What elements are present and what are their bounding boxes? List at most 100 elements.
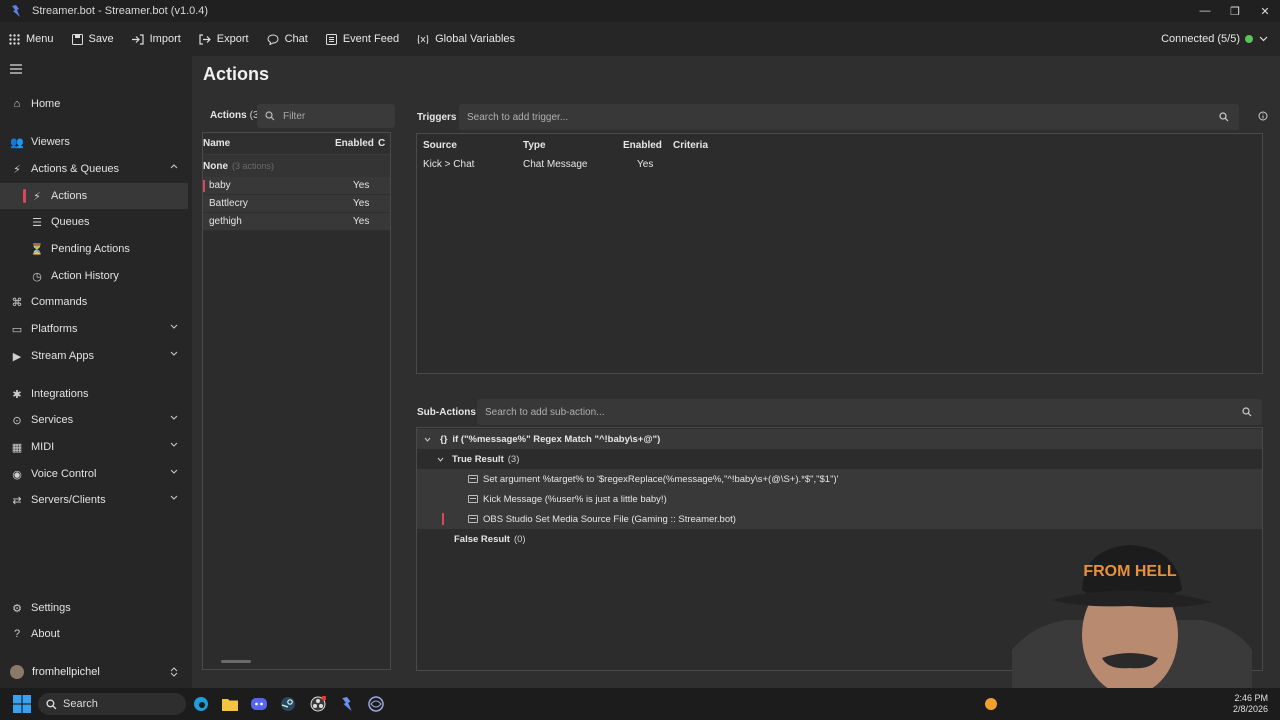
subactions-header: Sub-Actions Search to add sub-action... — [416, 397, 1272, 425]
obs-icon[interactable] — [309, 695, 327, 713]
chevron-updown-icon — [170, 667, 178, 677]
chevron-down-icon — [170, 442, 178, 447]
sidebar-item-midi[interactable]: ▦ MIDI — [0, 434, 188, 460]
sidebar-item-commands[interactable]: ⌘ Commands — [0, 289, 188, 315]
subactions-title: Sub-Actions — [417, 407, 476, 418]
save-label: Save — [88, 33, 114, 45]
trigger-search-input[interactable]: Search to add trigger... — [459, 104, 1239, 130]
subaction-search-input[interactable]: Search to add sub-action... — [477, 399, 1262, 425]
midi-icon: ▦ — [11, 441, 23, 454]
windows-start-icon[interactable] — [13, 695, 31, 713]
streamerbot-logo-icon — [12, 5, 20, 17]
steam-icon[interactable] — [279, 695, 297, 713]
sidebar-item-actions-queues[interactable]: ⚡ Actions & Queues — [0, 156, 188, 182]
sidebar-item-action-history[interactable]: ◷ Action History — [0, 263, 188, 289]
taskbar-clock[interactable]: 2:46 PM 2/8/2026 — [1233, 693, 1268, 715]
sidebar-item-servers-clients[interactable]: ⇄ Servers/Clients — [0, 487, 188, 513]
action-row[interactable]: Battlecry Yes — [203, 195, 390, 213]
column-source[interactable]: Source — [423, 140, 457, 151]
menu-bar: Menu Save Import Export Chat Event Feed … — [0, 22, 1280, 56]
disabled-marker — [442, 513, 444, 525]
discord-icon[interactable] — [250, 695, 268, 713]
action-row[interactable]: baby Yes — [203, 177, 390, 195]
restore-icon[interactable]: ❐ — [1220, 0, 1250, 22]
streamerbot-taskbar-icon[interactable] — [338, 695, 356, 713]
sidebar-item-viewers[interactable]: 👥 Viewers — [0, 129, 188, 155]
sidebar-item-stream-apps[interactable]: ▶ Stream Apps — [0, 343, 188, 369]
triggers-title: Triggers — [417, 112, 457, 123]
browser-icon[interactable] — [367, 695, 385, 713]
save-button[interactable]: Save — [63, 22, 123, 56]
export-icon — [199, 33, 211, 45]
false-result-label: False Result — [454, 533, 510, 545]
import-button[interactable]: Import — [123, 22, 190, 56]
sidebar-item-pending-actions[interactable]: ⏳ Pending Actions — [0, 236, 188, 262]
connection-status[interactable]: Connected (5/5) — [1161, 22, 1268, 56]
action-enabled: Yes — [353, 180, 370, 191]
export-button[interactable]: Export — [190, 22, 258, 56]
notification-icon[interactable] — [982, 695, 1000, 713]
column-name[interactable]: Name — [203, 138, 230, 149]
global-variables-button[interactable]: Global Variables — [408, 22, 524, 56]
filter-input[interactable]: Filter — [257, 104, 395, 128]
stream-apps-icon: ▶ — [12, 350, 22, 363]
action-name: Battlecry — [209, 198, 248, 209]
subaction-row[interactable]: Kick Message (%user% is just a little ba… — [417, 489, 1262, 509]
event-feed-button[interactable]: Event Feed — [317, 22, 408, 56]
info-icon[interactable] — [1258, 111, 1268, 121]
pending-icon: ⏳ — [30, 243, 44, 256]
column-type[interactable]: Type — [523, 140, 546, 151]
chevron-down-icon — [1259, 36, 1268, 42]
grid-icon — [9, 33, 20, 45]
column-enabled[interactable]: Enabled — [335, 138, 374, 149]
menu-button[interactable]: Menu — [0, 22, 63, 56]
sidebar-item-about[interactable]: ? About — [0, 621, 188, 647]
sidebar-item-label: Services — [31, 414, 74, 426]
chevron-down-icon — [170, 351, 178, 356]
chevron-down-icon — [170, 495, 178, 500]
subaction-text: OBS Studio Set Media Source File (Gaming… — [483, 513, 736, 525]
sidebar-item-actions[interactable]: ⚡ Actions — [0, 183, 188, 209]
trigger-row[interactable]: Kick > Chat Chat Message Yes — [417, 156, 1262, 176]
actions-table: Name Enabled C None (3 actions) baby Yes… — [202, 132, 391, 670]
search-icon — [1242, 407, 1252, 417]
sidebar-item-settings[interactable]: ⚙ Settings — [0, 595, 188, 621]
sidebar-item-queues[interactable]: ☰ Queues — [0, 209, 188, 235]
if-condition-row[interactable]: {} if ("%message%" Regex Match "^!baby\s… — [417, 429, 1262, 449]
column-enabled[interactable]: Enabled — [623, 140, 662, 151]
subaction-row[interactable]: OBS Studio Set Media Source File (Gaming… — [417, 509, 1262, 529]
column-criteria[interactable]: Criteria — [673, 140, 708, 151]
hamburger-icon[interactable] — [10, 64, 22, 74]
sidebar-item-platforms[interactable]: ▭ Platforms — [0, 316, 188, 342]
actions-heading-label: Actions — [210, 110, 247, 121]
true-result-row[interactable]: True Result (3) — [417, 449, 1262, 469]
chat-button[interactable]: Chat — [258, 22, 317, 56]
sidebar-item-integrations[interactable]: ✱ Integrations — [0, 381, 188, 407]
sidebar-item-label: Servers/Clients — [31, 494, 106, 506]
webcam-person-image: FROM HELL — [1012, 545, 1252, 688]
close-icon[interactable]: ✕ — [1250, 0, 1280, 22]
taskbar: Search 2:46 PM 2/8/2026 — [0, 688, 1280, 720]
subaction-search-placeholder: Search to add sub-action... — [485, 407, 605, 418]
export-label: Export — [216, 33, 249, 45]
menu-label: Menu — [26, 33, 54, 45]
sidebar-item-voice-control[interactable]: ◉ Voice Control — [0, 461, 188, 487]
action-enabled: Yes — [353, 216, 370, 227]
horizontal-scrollbar[interactable] — [221, 660, 251, 663]
webcam-overlay: FROM HELL — [1012, 540, 1252, 688]
group-row[interactable]: None (3 actions) — [203, 155, 390, 177]
sidebar-item-label: Pending Actions — [51, 243, 130, 255]
minimize-icon[interactable]: — — [1190, 0, 1220, 22]
sidebar-item-home[interactable]: ⌂ Home — [0, 91, 188, 117]
column-group[interactable]: C — [378, 138, 385, 149]
file-explorer-icon[interactable] — [221, 695, 239, 713]
chat-label: Chat — [284, 33, 308, 45]
action-row[interactable]: gethigh Yes — [203, 213, 390, 231]
taskbar-search[interactable]: Search — [38, 693, 186, 715]
import-icon — [131, 33, 144, 45]
if-condition-text: if ("%message%" Regex Match "^!baby\s+@"… — [452, 433, 661, 445]
subaction-row[interactable]: Set argument %target% to '$regexReplace(… — [417, 469, 1262, 489]
edge-icon[interactable] — [192, 695, 210, 713]
sidebar-item-services[interactable]: ⊙ Services — [0, 407, 188, 433]
user-profile[interactable]: fromhellpichel — [0, 660, 192, 684]
